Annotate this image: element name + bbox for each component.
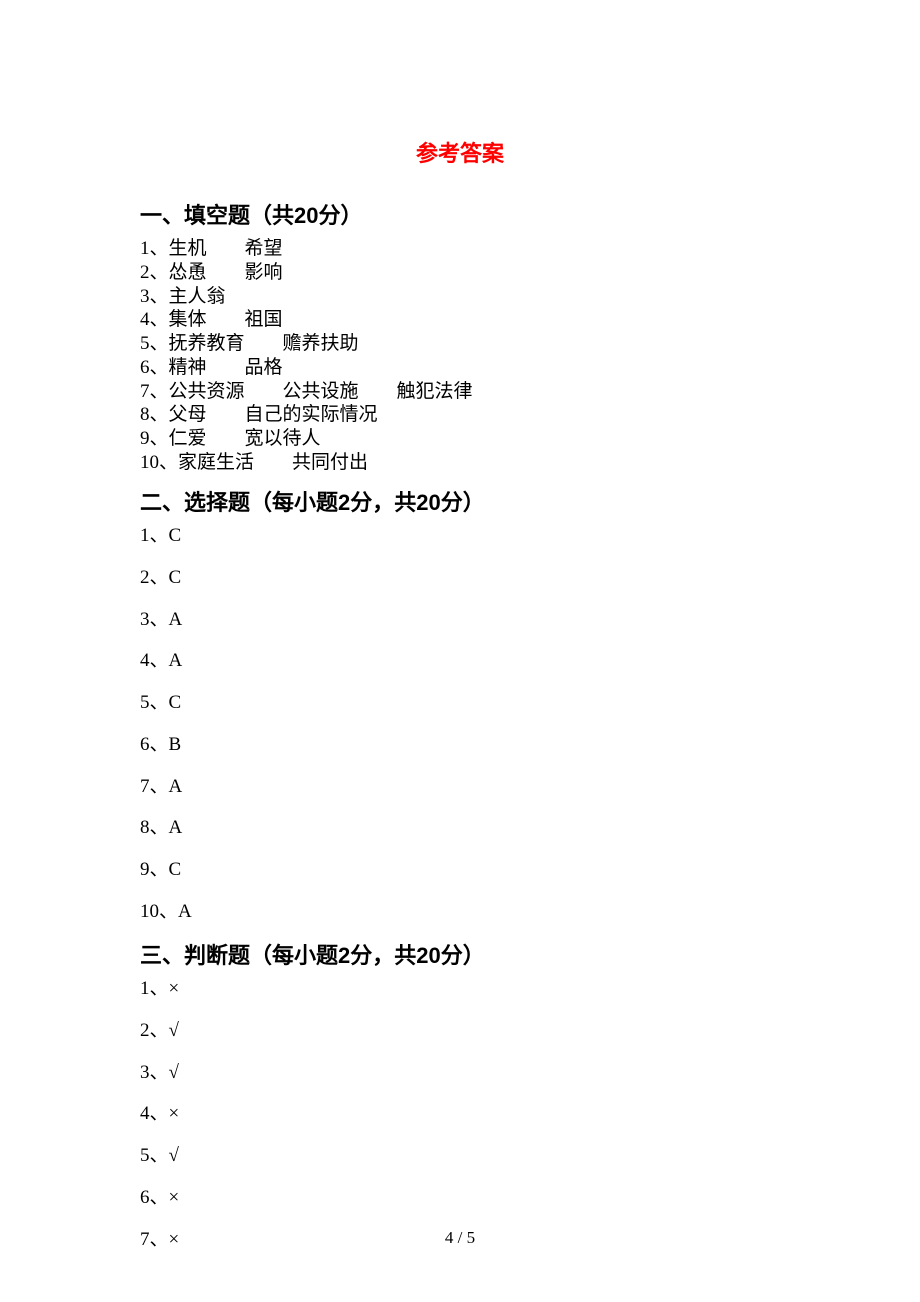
- fill-answer: 7、公共资源 公共设施 触犯法律: [140, 380, 780, 404]
- fill-answer: 3、主人翁: [140, 285, 780, 309]
- section-1-heading: 一、填空题（共20分）: [140, 202, 780, 230]
- choice-answer: 10、A: [140, 900, 780, 924]
- section-1-body: 1、生机 希望 2、怂恿 影响 3、主人翁 4、集体 祖国 5、抚养教育 赡养扶…: [140, 237, 780, 475]
- section-3-heading: 三、判断题（每小题2分，共20分）: [140, 942, 780, 970]
- section-3-body: 1、× 2、√ 3、√ 4、× 5、√ 6、× 7、×: [140, 977, 780, 1251]
- judge-answer: 4、×: [140, 1102, 780, 1126]
- fill-answer: 10、家庭生活 共同付出: [140, 451, 780, 475]
- choice-answer: 2、C: [140, 566, 780, 590]
- judge-answer: 6、×: [140, 1186, 780, 1210]
- choice-answer: 3、A: [140, 608, 780, 632]
- choice-answer: 9、C: [140, 858, 780, 882]
- choice-answer: 1、C: [140, 524, 780, 548]
- section-2-body: 1、C 2、C 3、A 4、A 5、C 6、B 7、A 8、A 9、C 10、A: [140, 524, 780, 924]
- fill-answer: 9、仁爱 宽以待人: [140, 427, 780, 451]
- judge-answer: 3、√: [140, 1061, 780, 1085]
- choice-answer: 7、A: [140, 775, 780, 799]
- page-title: 参考答案: [140, 140, 780, 168]
- judge-answer: 5、√: [140, 1144, 780, 1168]
- fill-answer: 4、集体 祖国: [140, 308, 780, 332]
- judge-answer: 1、×: [140, 977, 780, 1001]
- section-2-heading: 二、选择题（每小题2分，共20分）: [140, 489, 780, 517]
- choice-answer: 6、B: [140, 733, 780, 757]
- fill-answer: 2、怂恿 影响: [140, 261, 780, 285]
- fill-answer: 8、父母 自己的实际情况: [140, 403, 780, 427]
- fill-answer: 6、精神 品格: [140, 356, 780, 380]
- fill-answer: 1、生机 希望: [140, 237, 780, 261]
- fill-answer: 5、抚养教育 赡养扶助: [140, 332, 780, 356]
- choice-answer: 5、C: [140, 691, 780, 715]
- choice-answer: 4、A: [140, 649, 780, 673]
- document-page: 参考答案 一、填空题（共20分） 1、生机 希望 2、怂恿 影响 3、主人翁 4…: [0, 0, 920, 1302]
- choice-answer: 8、A: [140, 816, 780, 840]
- judge-answer: 2、√: [140, 1019, 780, 1043]
- page-number: 4 / 5: [0, 1227, 920, 1248]
